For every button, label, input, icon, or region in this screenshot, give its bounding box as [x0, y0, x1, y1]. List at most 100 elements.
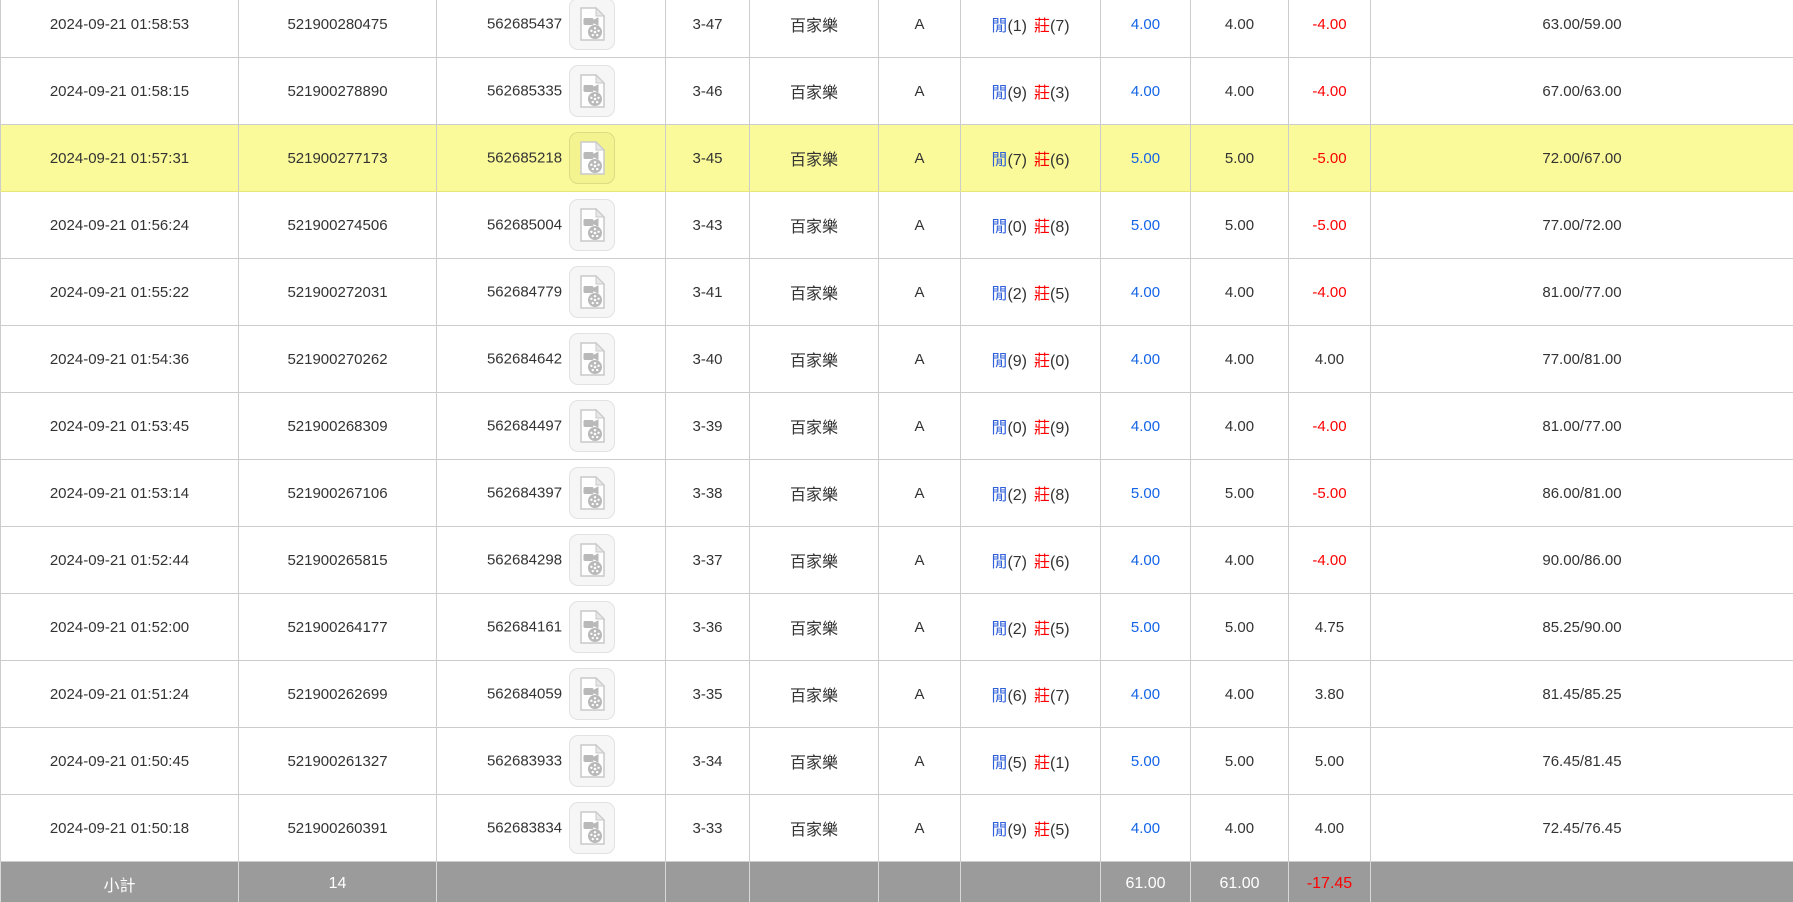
balance: 63.00/59.00: [1371, 0, 1793, 58]
player-label: 閒: [991, 487, 1007, 504]
player-score: (0): [1007, 219, 1027, 236]
subtotal-label: 小計: [1, 862, 239, 902]
video-file-icon: [577, 140, 607, 176]
subtotal-bet-total: 61.00: [1101, 862, 1191, 902]
video-replay-button[interactable]: [569, 65, 615, 117]
bet-time: 2024-09-21 01:56:24: [1, 192, 239, 259]
valid-bet: 4.00: [1191, 661, 1289, 728]
bet-time: 2024-09-21 01:52:44: [1, 527, 239, 594]
round-id: 562683834: [487, 820, 562, 837]
subtotal-empty-table: [879, 862, 961, 902]
video-replay-button[interactable]: [569, 534, 615, 586]
video-replay-button[interactable]: [569, 601, 615, 653]
bet-id: 521900268309: [239, 393, 437, 460]
balance: 77.00/81.00: [1371, 326, 1793, 393]
round-id-cell: 562684497: [437, 393, 666, 460]
bet-amount: 5.00: [1101, 460, 1191, 527]
bet-amount: 4.00: [1101, 326, 1191, 393]
video-replay-button[interactable]: [569, 467, 615, 519]
player-score: (9): [1007, 822, 1027, 839]
round-id: 562684779: [487, 284, 562, 301]
bet-row: 2024-09-21 01:50:45 521900261327 5626839…: [1, 728, 1793, 795]
round-id-cell: 562685004: [437, 192, 666, 259]
win-loss: 4.75: [1289, 594, 1371, 661]
bet-row: 2024-09-21 01:58:15 521900278890 5626853…: [1, 58, 1793, 125]
subtotal-empty-balance: [1371, 862, 1793, 902]
table-code: A: [879, 326, 961, 393]
player-label: 閒: [991, 219, 1007, 236]
balance: 81.00/77.00: [1371, 259, 1793, 326]
game-name: 百家樂: [750, 527, 879, 594]
banker-label: 莊: [1034, 822, 1050, 839]
video-replay-button[interactable]: [569, 735, 615, 787]
balance: 85.25/90.00: [1371, 594, 1793, 661]
valid-bet: 4.00: [1191, 0, 1289, 58]
video-replay-button[interactable]: [569, 266, 615, 318]
banker-label: 莊: [1034, 152, 1050, 169]
win-loss: 3.80: [1289, 661, 1371, 728]
round-number: 3-45: [666, 125, 750, 192]
banker-label: 莊: [1034, 219, 1050, 236]
video-replay-button[interactable]: [569, 333, 615, 385]
banker-score: (9): [1050, 420, 1070, 437]
subtotal-win-loss-total: -17.45: [1289, 862, 1371, 902]
round-id: 562684642: [487, 351, 562, 368]
bet-id: 521900264177: [239, 594, 437, 661]
bet-history-viewport: 2024-09-21 01:58:53 521900280475 5626854…: [0, 0, 1793, 902]
bet-id: 521900267106: [239, 460, 437, 527]
bet-id: 521900277173: [239, 125, 437, 192]
video-replay-button[interactable]: [569, 132, 615, 184]
round-id: 562685218: [487, 150, 562, 167]
video-replay-button[interactable]: [569, 668, 615, 720]
win-loss: -4.00: [1289, 259, 1371, 326]
game-result: 閒(9)莊(3): [961, 58, 1101, 125]
banker-score: (5): [1050, 621, 1070, 638]
balance: 81.45/85.25: [1371, 661, 1793, 728]
player-score: (7): [1007, 554, 1027, 571]
video-replay-button[interactable]: [569, 400, 615, 452]
bet-amount: 4.00: [1101, 0, 1191, 58]
banker-score: (5): [1050, 286, 1070, 303]
game-result: 閒(2)莊(5): [961, 594, 1101, 661]
subtotal-empty-result: [961, 862, 1101, 902]
video-replay-button[interactable]: [569, 802, 615, 854]
player-score: (2): [1007, 621, 1027, 638]
player-score: (9): [1007, 353, 1027, 370]
video-replay-button[interactable]: [569, 199, 615, 251]
win-loss: -4.00: [1289, 0, 1371, 58]
round-number: 3-43: [666, 192, 750, 259]
round-number: 3-41: [666, 259, 750, 326]
win-loss: -4.00: [1289, 527, 1371, 594]
player-score: (1): [1007, 18, 1027, 35]
bet-time: 2024-09-21 01:58:53: [1, 0, 239, 58]
game-result: 閒(9)莊(5): [961, 795, 1101, 862]
game-name: 百家樂: [750, 259, 879, 326]
game-result: 閒(1)莊(7): [961, 0, 1101, 58]
win-loss: -5.00: [1289, 192, 1371, 259]
bet-time: 2024-09-21 01:52:00: [1, 594, 239, 661]
bet-row: 2024-09-21 01:50:18 521900260391 5626838…: [1, 795, 1793, 862]
player-label: 閒: [991, 85, 1007, 102]
game-result: 閒(2)莊(5): [961, 259, 1101, 326]
bet-time: 2024-09-21 01:57:31: [1, 125, 239, 192]
game-name: 百家樂: [750, 393, 879, 460]
banker-score: (7): [1050, 688, 1070, 705]
bet-time: 2024-09-21 01:54:36: [1, 326, 239, 393]
video-file-icon: [577, 743, 607, 779]
banker-label: 莊: [1034, 286, 1050, 303]
round-number: 3-47: [666, 0, 750, 58]
round-number: 3-38: [666, 460, 750, 527]
round-id: 562684161: [487, 619, 562, 636]
player-label: 閒: [991, 688, 1007, 705]
banker-score: (1): [1050, 755, 1070, 772]
game-name: 百家樂: [750, 460, 879, 527]
video-replay-button[interactable]: [569, 0, 615, 50]
win-loss: -4.00: [1289, 58, 1371, 125]
player-label: 閒: [991, 822, 1007, 839]
player-label: 閒: [991, 286, 1007, 303]
round-id-cell: 562683834: [437, 795, 666, 862]
player-score: (5): [1007, 755, 1027, 772]
game-name: 百家樂: [750, 0, 879, 58]
round-number: 3-39: [666, 393, 750, 460]
video-file-icon: [577, 6, 607, 42]
